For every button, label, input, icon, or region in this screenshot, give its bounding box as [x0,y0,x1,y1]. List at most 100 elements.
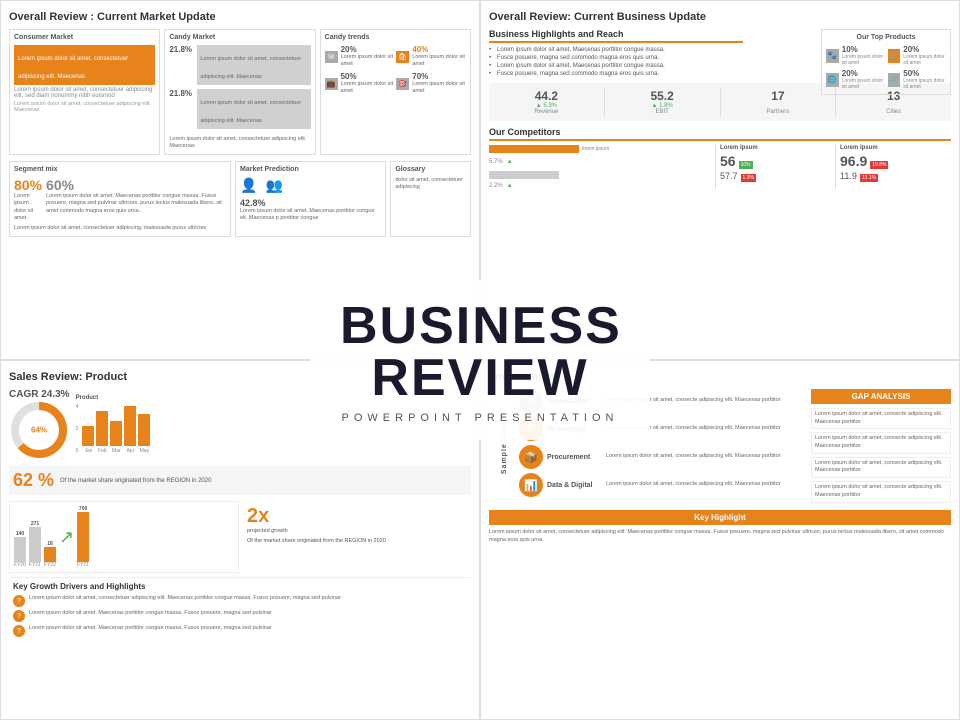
comp-lorem-ipsum-1: lorem ipsum [582,146,609,152]
driver-q-2: ? [13,610,25,622]
segment-mix-row: 80% Lorem ipsum dolor sit amet. 60% Lore… [14,177,226,222]
candy-market-items: 21.8% Lorem ipsum dolor sit amet, consec… [169,45,310,150]
bar-feb: Feb [96,411,108,454]
market-share-desc: Of the market share originated from the … [60,478,211,484]
data-label: Data & Digital [547,482,602,489]
bar-y-axis: 4 2 0 [76,404,79,454]
highlight-1: Lorem ipsum dolor sit amet, Maecenas por… [489,47,743,53]
product-icon-2: 🛒 [888,49,901,63]
product-icon-4: 🔗 [888,73,901,87]
bar-jan: Jan [82,426,94,454]
gap-item-3: Lorem ipsum dolor sit amet, consecte adi… [811,457,951,478]
proc-desc1: Lorem ipsum dolor sit amet, consecte adi… [606,453,807,461]
growth-bar-fy22: 18 FY22 [44,541,56,568]
glossary-block: Glossary dolor sit amet, consectetuer ad… [390,161,471,237]
growth-section: 140 FY20 271 FY21 18 FY22 ↗ 700 [9,501,471,573]
driver-text-3: Lorem ipsum dolor sit amet. Maecenas por… [29,625,272,633]
growth-desc: Of the market share originated from the … [247,538,467,544]
driver-text-1: Lorem ipsum dolor sit amet, consectetuer… [29,595,341,603]
gap-item-2: Lorem ipsum dolor sit amet, consecte adi… [811,432,951,453]
bar-apr: Apr [124,406,136,454]
driver-q-1: ? [13,595,25,607]
trend-item-1: ✉ 20% Lorem ipsum dolor sit amet [325,45,395,68]
highlights-section: Business Highlights and Reach Lorem ipsu… [489,29,743,77]
driver-1: ? Lorem ipsum dolor sit amet, consectetu… [13,595,467,607]
growth-2x-label: 2x [247,505,467,528]
driver-text-2: Lorem ipsum dolor sit amet. Maecenas por… [29,610,272,618]
comp-bar-orange [489,145,579,153]
candy-market-block: Candy Market 21.8% Lorem ipsum dolor sit… [164,29,315,155]
consumer-market-block: Consumer Market Lorem ipsum dolor sit am… [9,29,160,155]
q2-title: Overall Review: Current Business Update [489,11,951,23]
impr-row-2: 📦 Procurement Lorem ipsum dolor sit amet… [519,445,807,469]
trend-item-4: 🎯 70% Lorem ipsum dolor sit amet [396,72,466,95]
product-item-4: 🔗 50% Lorem ipsum dolor sit amet [888,69,947,90]
products-grid: 🐾 10% Lorem ipsum dolor sit amet 🛒 20% L… [826,45,946,90]
key-drivers-title: Key Growth Drivers and Highlights [13,582,467,591]
key-highlight-bar: Key Highlight [489,510,951,525]
comp-col-2: Lorem Ipsum 96.9 19.8% 11.9 13.1% [835,145,951,189]
comp-col-1: Lorem Ipsum 56 10% 57.7 1.9% [715,145,831,189]
product-item-1: 🐾 10% Lorem ipsum dolor sit amet [826,45,885,66]
growth-projected: projected growth [247,528,467,534]
segment-mix-label: Segment mix [14,166,226,173]
donut-chart: 64% [9,400,69,460]
stat-revenue: 44.2 ▲ 5.3% Revenue [489,87,605,117]
candy-row-2: 21.8% Lorem ipsum dolor sit amet, consec… [169,89,310,131]
top-products-box: Our Top Products 🐾 10% Lorem ipsum dolor… [821,29,951,95]
market-prediction-block: Market Prediction 👤 👥 42.8% Lorem ipsum … [235,161,386,237]
comp-bar-1: lorem ipsum [489,145,711,153]
competitors-title: Our Competitors [489,127,951,141]
glossary-label: Glossary [395,166,466,173]
trend-icon-4: 🎯 [396,78,409,90]
center-overlay: BUSINESS REVIEW POWERPOINT PRESENTATION [310,280,650,440]
growth-bar-fy21b: 700 FY21 [77,506,89,568]
trend-icon-2: 🛍 [396,51,409,63]
comp-bar-area: lorem ipsum 5.7% ▲ 2.2% ▲ [489,145,711,189]
bar-mar: Mar [110,421,122,454]
candy-row-1: 21.8% Lorem ipsum dolor sit amet, consec… [169,45,310,87]
trend-item-2: 🛍 40% Lorem ipsum dolor sit amet [396,45,466,68]
top-products-title: Our Top Products [826,34,946,41]
comp-bar-2 [489,171,711,179]
stat-ebit: 55.2 ▲ 1.8% EBIT [605,87,721,117]
trend-icon-1: ✉ [325,51,338,63]
q1-bottom-row: Segment mix 80% Lorem ipsum dolor sit am… [9,161,471,237]
driver-q-3: ? [13,625,25,637]
gap-analysis-col: GAP ANALYSIS Lorem ipsum dolor sit amet,… [811,389,951,506]
candy-trends-block: Candy trends ✉ 20% Lorem ipsum dolor sit… [320,29,471,155]
competitors-section: lorem ipsum 5.7% ▲ 2.2% ▲ Lorem Ipsum [489,145,951,189]
growth-bar-fy20: 140 FY20 [14,531,26,568]
consumer-market-label: Consumer Market [14,34,155,41]
highlight-3: Lorem ipsum dolor sit amet, Maecenas por… [489,63,743,69]
data-icon: 📊 [519,473,543,497]
proc-icon: 📦 [519,445,543,469]
candy-trends-label: Candy trends [325,34,466,41]
center-subtitle: POWERPOINT PRESENTATION [340,412,620,424]
product-item-3: 🌐 20% Lorem ipsum dolor sit amet [826,69,885,90]
gap-item-4: Lorem ipsum dolor sit amet, consecte adi… [811,481,951,502]
highlight-4: Fusce posuere, magna sed commodo magna e… [489,71,743,77]
segment-mix-block: Segment mix 80% Lorem ipsum dolor sit am… [9,161,231,237]
stat-partners: 17 Partners [721,87,837,117]
impr-row-3: 📊 Data & Digital Lorem ipsum dolor sit a… [519,473,807,497]
trend-icon-3: 💼 [325,78,338,90]
trend-item-3: 💼 50% Lorem ipsum dolor sit amet [325,72,395,95]
growth-bar-fy21a: 271 FY21 [29,521,41,568]
market-share-pct: 62 % [13,470,54,491]
product-item-2: 🛒 20% Lorem ipsum dolor sit amet [888,45,947,66]
bar-may: May [138,414,150,454]
gap-analysis-header: GAP ANALYSIS [811,389,951,404]
highlight-2: Fusce posuere, magna sed commodo magna e… [489,55,743,61]
growth-arrow-icon: ↗ [59,527,74,548]
growth-text-area: 2x projected growth Of the market share … [243,501,471,573]
product-icon-1: 🐾 [826,49,839,63]
donut-section: CAGR 24.3% 64% [9,389,70,460]
market-pred-label: Market Prediction [240,166,381,173]
consumer-bar1: Lorem ipsum dolor sit amet, consectetuer… [14,45,155,85]
key-drivers-section: Key Growth Drivers and Highlights ? Lore… [9,577,471,644]
comp-bar-gray [489,171,559,179]
key-highlight-text: Lorem ipsum dolor sit amet, consectetuer… [489,528,951,545]
q1-top-row: Consumer Market Lorem ipsum dolor sit am… [9,29,471,155]
driver-2: ? Lorem ipsum dolor sit amet. Maecenas p… [13,610,467,622]
